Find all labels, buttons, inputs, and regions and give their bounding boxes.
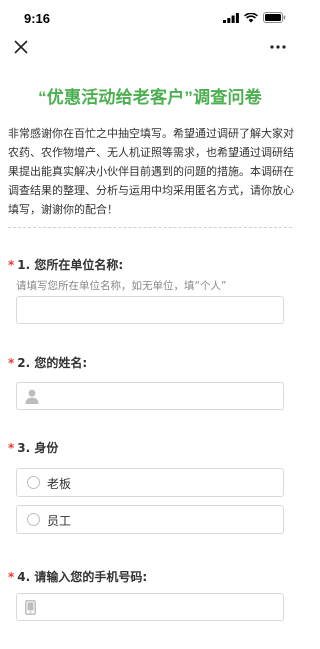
question-3-text: 3. 身份 bbox=[17, 441, 59, 455]
signal-icon bbox=[223, 12, 239, 23]
required-mark: * bbox=[8, 356, 15, 370]
close-icon[interactable] bbox=[12, 38, 30, 56]
required-mark: * bbox=[8, 441, 15, 455]
phone-input[interactable] bbox=[16, 593, 284, 621]
option-label: 员工 bbox=[47, 514, 72, 528]
question-1-text: 1. 您所在单位名称: bbox=[17, 258, 124, 272]
question-4-text: 4. 请输入您的手机号码: bbox=[17, 570, 148, 584]
question-1-hint: 请填写您所在单位名称，如无单位，填“个人” bbox=[16, 280, 227, 292]
survey-form: “优惠活动给老客户”调查问卷 非常感谢你在百忙之中抽空填写。希望通过调研了解大家… bbox=[0, 64, 300, 649]
person-icon bbox=[25, 389, 39, 404]
question-2-label: * 2. 您的姓名: bbox=[8, 354, 87, 371]
required-mark: * bbox=[8, 258, 15, 272]
radio-circle-icon[interactable] bbox=[27, 513, 40, 526]
identity-option-boss[interactable]: 老板 bbox=[16, 468, 284, 497]
status-icons bbox=[223, 12, 286, 23]
question-3-label: * 3. 身份 bbox=[8, 439, 58, 456]
survey-description: 非常感谢你在百忙之中抽空填写。希望通过调研了解大家对农药、农作物增产、无人机证照… bbox=[8, 127, 294, 216]
question-4-label: * 4. 请输入您的手机号码: bbox=[8, 568, 147, 585]
wifi-icon bbox=[244, 12, 258, 23]
nav-bar bbox=[0, 34, 300, 64]
status-time: 9:16 bbox=[24, 11, 51, 26]
status-bar: 9:16 bbox=[0, 0, 300, 34]
question-2-text: 2. 您的姓名: bbox=[17, 356, 88, 370]
divider bbox=[8, 227, 292, 228]
battery-icon bbox=[263, 12, 286, 23]
name-input[interactable] bbox=[16, 382, 284, 410]
required-mark: * bbox=[8, 570, 15, 584]
question-1-label: * 1. 您所在单位名称: bbox=[8, 256, 123, 273]
radio-circle-icon[interactable] bbox=[27, 476, 40, 489]
more-icon[interactable] bbox=[268, 40, 288, 54]
identity-option-employee[interactable]: 员工 bbox=[16, 505, 284, 534]
page-background: “优惠活动给老客户”调查问卷 非常感谢你在百忙之中抽空填写。希望通过调研了解大家… bbox=[0, 64, 300, 649]
survey-title: “优惠活动给老客户”调查问卷 bbox=[38, 88, 262, 107]
option-label: 老板 bbox=[47, 477, 72, 491]
company-name-input[interactable] bbox=[16, 296, 284, 324]
phone-icon bbox=[25, 600, 36, 615]
